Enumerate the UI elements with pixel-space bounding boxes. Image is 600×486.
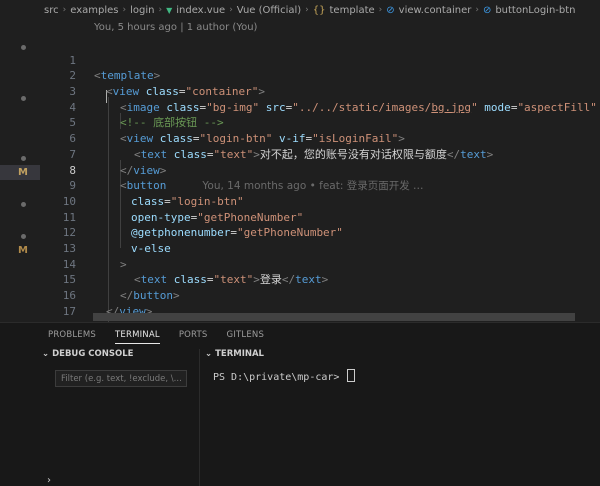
breadcrumb-item-file[interactable]: index.vue — [176, 5, 225, 16]
chevron-down-icon: ⌄ — [205, 349, 216, 359]
chevron-right-icon: › — [229, 5, 233, 15]
breadcrumb-item-button[interactable]: buttonLogin-btn — [495, 5, 575, 16]
tab-gitlens[interactable]: GITLENS — [227, 330, 265, 344]
git-dot-marker — [21, 234, 26, 239]
editor-left-gutter: M M — [0, 0, 40, 320]
breadcrumb-item-view-container[interactable]: view.container — [399, 5, 472, 16]
code-line: 17 </template> — [40, 288, 600, 334]
bottom-panel: PROBLEMS TERMINAL PORTS GITLENS ⌄ DEBUG … — [0, 322, 600, 486]
code-line: 11 @getphonenumber="getPhoneNumber" — [40, 194, 600, 240]
code-line: 7 </view> — [40, 131, 600, 177]
code-line: 2 <view class="container"> — [40, 53, 600, 98]
git-dot-marker — [21, 96, 26, 101]
git-dot-marker — [21, 45, 26, 50]
codelens-blame[interactable]: You, 5 hours ago | 1 author (You) — [94, 22, 257, 33]
element-tag-icon: ⊘ — [482, 4, 492, 16]
chevron-right-icon: › — [475, 5, 479, 15]
code-line: 4 <!-- 底部按钮 --> — [40, 84, 600, 130]
tab-problems[interactable]: PROBLEMS — [48, 330, 96, 344]
chevron-right-icon: › — [62, 5, 67, 15]
chevron-down-icon: ⌄ — [42, 349, 53, 359]
code-line: 5 <view class="login-btn" v-if="isLoginF… — [40, 100, 600, 145]
code-editor[interactable]: 1 <template> 2 <view class="container"> … — [40, 37, 600, 334]
chevron-right-icon[interactable]: › — [47, 475, 51, 486]
braces-icon: {} — [312, 4, 326, 16]
code-line: 13 > — [40, 225, 600, 271]
code-line: 3 <image class="bg-img" src="../../stati… — [40, 68, 600, 114]
tab-terminal[interactable]: TERMINAL — [115, 330, 160, 344]
horizontal-scrollbar[interactable] — [93, 313, 575, 321]
code-line: 10 open-type="getPhoneNumber" — [40, 178, 600, 224]
code-line: 14 <text class="text">登录</text> — [40, 241, 600, 287]
terminal-prompt: PS D:\private\mp-car> — [213, 372, 346, 383]
debug-console-section: ⌄ DEBUG CONSOLE Filter (e.g. text, !excl… — [40, 349, 200, 486]
chevron-right-icon: › — [158, 5, 163, 15]
panel-tabs: PROBLEMS TERMINAL PORTS GITLENS — [48, 330, 264, 344]
debug-filter-input[interactable]: Filter (e.g. text, !exclude, \... — [55, 370, 187, 387]
git-modified-marker[interactable]: M — [18, 245, 28, 256]
breadcrumb-item-login[interactable]: login — [130, 5, 154, 16]
git-dot-marker — [21, 202, 26, 207]
breadcrumb: src › examples › login › ▼ index.vue › V… — [44, 0, 576, 20]
terminal-header[interactable]: ⌄ TERMINAL — [205, 349, 264, 359]
code-line: 9 class="login-btn" — [40, 163, 600, 208]
terminal-cursor — [347, 369, 356, 382]
code-line: 1 <template> — [40, 37, 600, 83]
breadcrumb-item-src[interactable]: src — [44, 5, 59, 16]
git-dot-marker — [21, 156, 26, 161]
breadcrumb-item-template[interactable]: template — [330, 5, 375, 16]
vue-file-icon: ▼ — [166, 5, 173, 15]
git-modified-marker[interactable]: M — [0, 165, 40, 180]
breadcrumb-item-language[interactable]: Vue (Official) — [237, 5, 301, 16]
code-line: 16 </view> — [40, 272, 600, 318]
element-tag-icon: ⊘ — [386, 4, 395, 16]
terminal-output[interactable]: PS D:\private\mp-car> — [213, 369, 356, 383]
tab-ports[interactable]: PORTS — [179, 330, 208, 344]
debug-console-header[interactable]: ⌄ DEBUG CONSOLE — [42, 349, 133, 359]
code-line: 12 v-else — [40, 210, 600, 255]
code-line-current: 8 <button You, 14 months ago • feat: 登录页面… — [40, 147, 600, 193]
breadcrumb-item-examples[interactable]: examples — [70, 5, 118, 16]
code-line: 15 </button> — [40, 257, 600, 302]
chevron-right-icon: › — [122, 5, 127, 15]
chevron-right-icon: › — [305, 5, 309, 15]
chevron-right-icon: › — [378, 5, 383, 15]
code-line: 6 <text class="text">对不起，您的账号没有对话权限与额度</… — [40, 115, 600, 161]
